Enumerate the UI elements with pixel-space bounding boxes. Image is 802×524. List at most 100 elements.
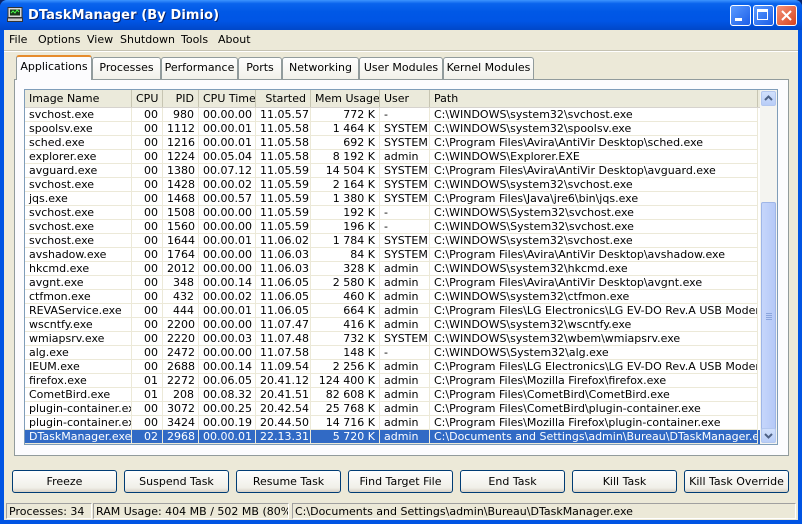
cell-path: C:\Program Files\CometBird\plugin-contai…	[430, 402, 758, 416]
cell-user: admin	[380, 360, 430, 374]
cell-started: 11.07.58	[256, 346, 311, 360]
menu-bar: File Options View Shutdown Tools About	[4, 30, 798, 51]
table-row[interactable]: wmiapsrv.exe 00 2220 00.00.03 11.07.48 732 KS…	[25, 332, 760, 346]
cell-mem-usage: 1 380 K	[311, 192, 380, 206]
tab-performance[interactable]: Performance	[161, 57, 238, 79]
cell-path: C:\WINDOWS\system32\svchost.exe	[430, 178, 758, 192]
column-header-mem-usage[interactable]: Mem Usage	[311, 90, 380, 107]
table-row[interactable]: ctfmon.exe 00 432 00.00.02 11.06.05 460 Kadmi…	[25, 290, 760, 304]
tab-ports[interactable]: Ports	[238, 57, 282, 79]
cell-user: admin	[380, 304, 430, 318]
cell-user: SYSTEM	[380, 248, 430, 262]
process-list[interactable]: Image Name CPU PID CPU Time Started Mem …	[24, 89, 778, 445]
cell-mem-usage: 2 580 K	[311, 276, 380, 290]
table-row[interactable]: wscntfy.exe 00 2200 00.00.00 11.07.47 416 Kad…	[25, 318, 760, 332]
table-row[interactable]: hkcmd.exe 00 2012 00.00.00 11.06.03 328 Kadmi…	[25, 262, 760, 276]
cell-cpu-time: 00.00.00	[199, 346, 256, 360]
cell-path: C:\Program Files\LG Electronics\LG EV-DO…	[430, 304, 758, 318]
table-row[interactable]: firefox.exe 01 2272 00.06.05 20.41.12 124 400…	[25, 374, 760, 388]
table-row[interactable]: CometBird.exe 01 208 00.08.32 20.41.51 82 608…	[25, 388, 760, 402]
table-row[interactable]: avshadow.exe 00 1764 00.00.00 11.06.03 84 K SY…	[25, 248, 760, 262]
tab-applications[interactable]: Applications	[16, 55, 92, 80]
cell-image-name: spoolsv.exe	[25, 122, 132, 136]
suspend-task-button[interactable]: Suspend Task	[124, 470, 229, 493]
table-row[interactable]: REVAService.exe 00 444 00.00.01 11.06.05 664 …	[25, 304, 760, 318]
table-row[interactable]: IEUM.exe 00 2688 00.00.14 11.09.54 2 256 Kadm…	[25, 360, 760, 374]
cell-started: 20.41.12	[256, 374, 311, 388]
cell-cpu: 00	[132, 150, 163, 164]
tab-processes[interactable]: Processes	[92, 57, 161, 79]
cell-pid: 432	[163, 290, 199, 304]
cell-cpu-time: 00.00.03	[199, 332, 256, 346]
find-target-file-button[interactable]: Find Target File	[348, 470, 453, 493]
cell-started: 11.05.59	[256, 220, 311, 234]
end-task-button[interactable]: End Task	[460, 470, 565, 493]
cell-cpu-time: 00.08.32	[199, 388, 256, 402]
cell-cpu-time: 00.00.00	[199, 206, 256, 220]
window-title: DTaskManager (By Dimio)	[28, 8, 220, 23]
cell-cpu: 00	[132, 136, 163, 150]
table-row[interactable]: spoolsv.exe 00 1112 00.00.01 11.05.58 1 464 K…	[25, 122, 760, 136]
column-header-image-name[interactable]: Image Name	[25, 90, 132, 107]
vertical-scrollbar[interactable]	[760, 90, 777, 444]
table-row[interactable]: plugin-container.exe 00 3072 00.00.25 20.42.…	[25, 402, 760, 416]
cell-user: admin	[380, 416, 430, 430]
column-header-started[interactable]: Started	[256, 90, 311, 107]
maximize-button[interactable]	[753, 5, 774, 26]
kill-task-override-button[interactable]: Kill Task Override	[684, 470, 789, 493]
cell-image-name: svchost.exe	[25, 108, 132, 122]
menu-options[interactable]: Options	[38, 33, 80, 46]
menu-shutdown[interactable]: Shutdown	[120, 33, 175, 46]
table-row[interactable]: explorer.exe 00 1224 00.05.04 11.05.58 8 192 …	[25, 150, 760, 164]
tab-networking[interactable]: Networking	[282, 57, 359, 79]
menu-view[interactable]: View	[87, 33, 113, 46]
table-row[interactable]: avgnt.exe 00 348 00.00.14 11.06.05 2 580 Kadm…	[25, 276, 760, 290]
table-row[interactable]: svchost.exe 00 1560 00.00.00 11.05.59 196 K-C…	[25, 220, 760, 234]
title-bar[interactable]: DTaskManager (By Dimio)	[0, 0, 802, 30]
cell-cpu: 00	[132, 290, 163, 304]
table-row[interactable]: jqs.exe 00 1468 00.00.57 11.05.59 1 380 K SYST…	[25, 192, 760, 206]
cell-user: -	[380, 220, 430, 234]
tab-kernel-modules[interactable]: Kernel Modules	[443, 57, 534, 79]
cell-pid: 1112	[163, 122, 199, 136]
table-row[interactable]: avguard.exe 00 1380 00.07.12 11.05.59 14 504 …	[25, 164, 760, 178]
table-row[interactable]: svchost.exe 00 1508 00.00.00 11.05.59 192 K-C…	[25, 206, 760, 220]
column-header-user[interactable]: User	[380, 90, 430, 107]
cell-pid: 1224	[163, 150, 199, 164]
menu-file[interactable]: File	[9, 33, 27, 46]
cell-image-name: jqs.exe	[25, 192, 132, 206]
table-row[interactable]: svchost.exe 00 1428 00.00.02 11.05.59 2 164 K…	[25, 178, 760, 192]
scroll-down-button[interactable]	[761, 428, 776, 443]
cell-cpu-time: 00.05.04	[199, 150, 256, 164]
column-header-cpu[interactable]: CPU	[132, 90, 163, 107]
freeze-button[interactable]: Freeze	[12, 470, 117, 493]
tab-user-modules[interactable]: User Modules	[359, 57, 443, 79]
cell-path: C:\Program Files\Mozilla Firefox\plugin-…	[430, 416, 758, 430]
cell-cpu-time: 00.00.19	[199, 416, 256, 430]
resume-task-button[interactable]: Resume Task	[236, 470, 341, 493]
cell-cpu-time: 00.00.00	[199, 220, 256, 234]
cell-image-name: firefox.exe	[25, 374, 132, 388]
scroll-thumb[interactable]	[761, 202, 776, 431]
column-header-pid[interactable]: PID	[163, 90, 199, 107]
thumb-grip-line	[766, 319, 772, 320]
cell-started: 11.09.54	[256, 360, 311, 374]
column-header-path[interactable]: Path	[430, 90, 758, 107]
kill-task-button[interactable]: Kill Task	[572, 470, 677, 493]
menu-about[interactable]: About	[218, 33, 251, 46]
minimize-button[interactable]	[730, 5, 751, 26]
scroll-up-button[interactable]	[761, 91, 776, 106]
cell-started: 22.13.31	[256, 430, 311, 444]
table-row[interactable]: svchost.exe 00 980 00.00.00 11.05.57 772 K - C:…	[25, 108, 760, 122]
close-button[interactable]	[776, 5, 797, 26]
table-row[interactable]: sched.exe 00 1216 00.00.01 11.05.58 692 K SYST…	[25, 136, 760, 150]
column-header-cpu-time[interactable]: CPU Time	[199, 90, 256, 107]
table-row[interactable]: alg.exe 00 2472 00.00.00 11.07.58 148 K - C:\WI…	[25, 346, 760, 360]
table-row[interactable]: plugin-container.exe 00 3424 00.00.19 20.44.…	[25, 416, 760, 430]
cell-mem-usage: 692 K	[311, 136, 380, 150]
table-row[interactable]: svchost.exe 00 1644 00.00.01 11.06.02 1 784 K…	[25, 234, 760, 248]
cell-pid: 1468	[163, 192, 199, 206]
table-row[interactable]: DTaskManager.exe 02 2968 00.00.01 22.13.31 5 …	[25, 430, 760, 444]
client-area: File Options View Shutdown Tools About A…	[4, 30, 798, 520]
menu-tools[interactable]: Tools	[181, 33, 208, 46]
